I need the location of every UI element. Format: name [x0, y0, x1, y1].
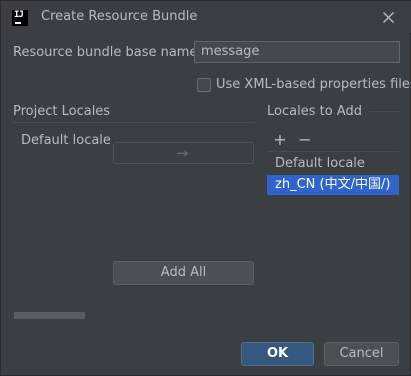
close-button[interactable]: [375, 6, 401, 28]
project-locales-heading: Project Locales: [13, 104, 111, 119]
close-icon: [383, 12, 394, 23]
locales-to-add-heading: Locales to Add: [267, 104, 362, 119]
move-locale-right-button[interactable]: →: [113, 142, 254, 164]
ok-button[interactable]: OK: [241, 342, 314, 366]
base-name-label: Resource bundle base name:: [13, 45, 202, 60]
create-resource-bundle-dialog: IJ Create Resource Bundle Resource bundl…: [0, 0, 411, 376]
title-bar: IJ Create Resource Bundle: [1, 1, 411, 33]
project-locale-item[interactable]: Default locale: [21, 133, 111, 148]
base-name-input[interactable]: message: [194, 41, 400, 63]
list-item-selected[interactable]: zh_CN (中文/中国/): [267, 175, 399, 195]
dialog-title: Create Resource Bundle: [41, 9, 198, 24]
locales-to-add-divider: [369, 111, 400, 112]
remove-locale-button[interactable]: −: [297, 132, 313, 148]
minus-icon: −: [298, 130, 312, 149]
xml-properties-label: Use XML-based properties files: [216, 77, 411, 92]
arrow-right-icon: →: [176, 144, 189, 162]
project-locales-divider: [13, 122, 255, 123]
add-all-button[interactable]: Add All: [113, 261, 254, 285]
intellij-app-icon: IJ: [12, 10, 28, 26]
list-item[interactable]: Default locale: [267, 154, 399, 174]
horizontal-scrollbar[interactable]: [14, 312, 85, 319]
cancel-button[interactable]: Cancel: [324, 342, 399, 366]
locales-to-add-list: Default locale zh_CN (中文/中国/): [267, 151, 399, 197]
plus-icon: +: [273, 130, 287, 149]
add-locale-button[interactable]: +: [272, 132, 288, 148]
xml-properties-checkbox[interactable]: [197, 78, 211, 92]
